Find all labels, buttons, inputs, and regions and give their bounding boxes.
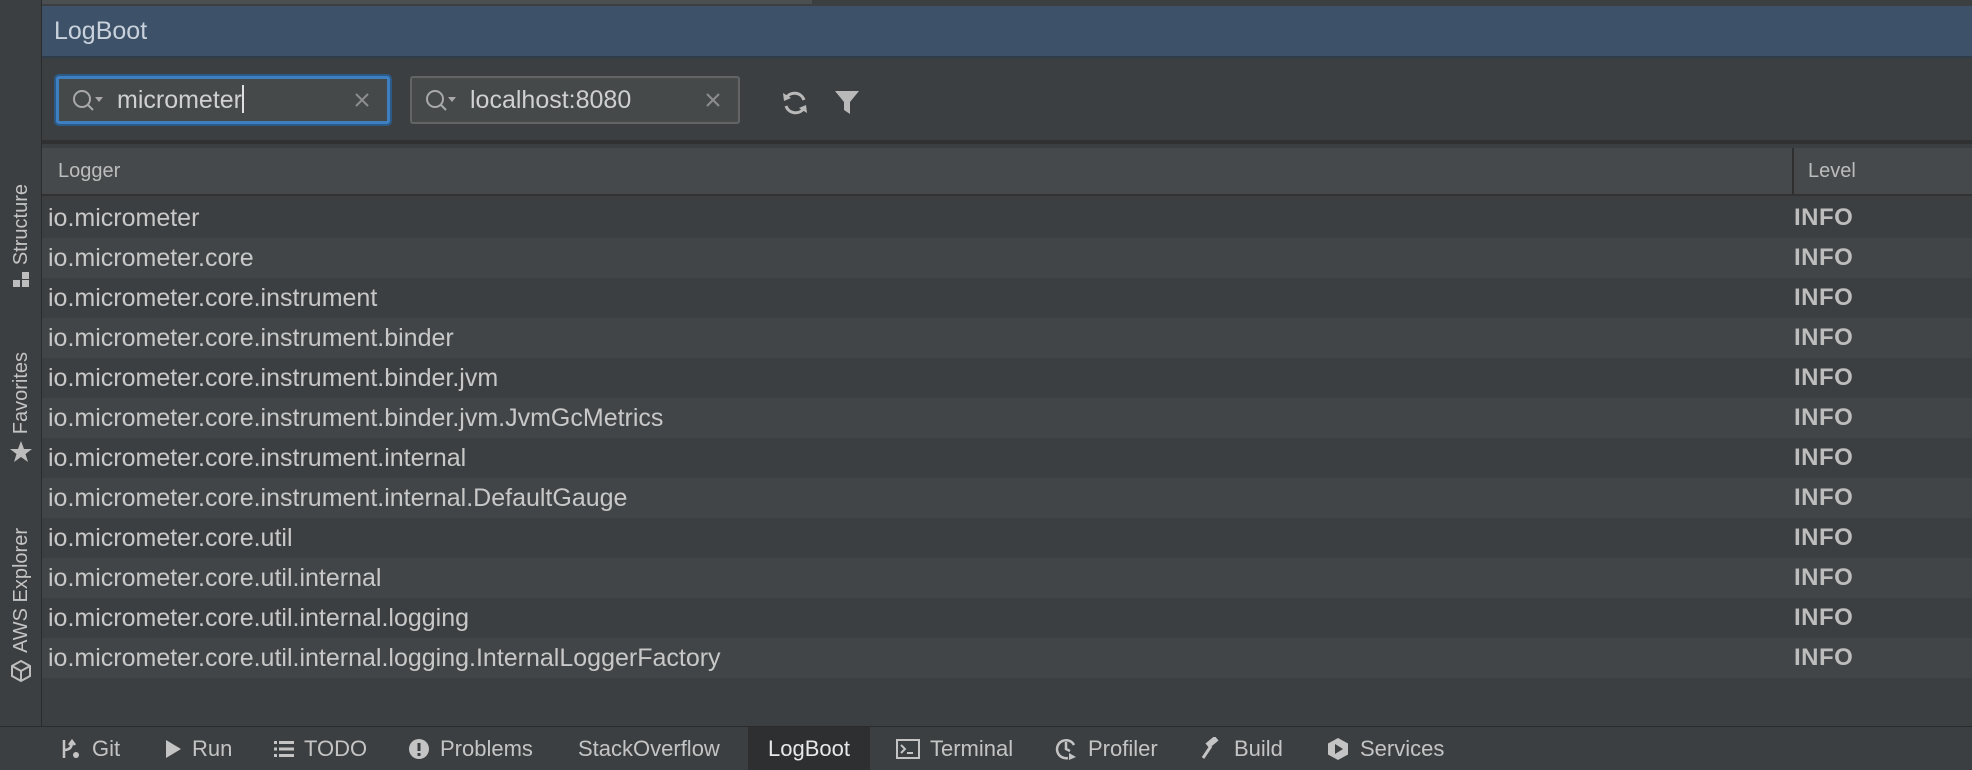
filter-toolbar: micrometer localhost:8080 [42,58,1972,144]
bottom-tab-logboot[interactable]: LogBoot [748,727,870,770]
column-header-logger[interactable]: Logger [58,148,120,194]
logger-name: io.micrometer.core.instrument.binder [48,324,454,352]
bottom-tab-label: Services [1360,736,1445,761]
table-row[interactable]: io.micrometer.core.instrument.binder.jvm… [42,358,1972,398]
table-row[interactable]: io.micrometer.core.util.internal.logging… [42,598,1972,638]
log-level[interactable]: INFO [1794,358,1853,398]
logger-name: io.micrometer.core.instrument.internal [48,444,467,472]
bottom-tab-label: Terminal [930,736,1014,761]
logger-name: io.micrometer.core [48,244,254,272]
table-header: Logger Level [42,148,1972,196]
structure-icon [12,271,30,294]
log-level[interactable]: INFO [1794,198,1853,238]
logger-name: io.micrometer.core.instrument.binder.jvm [48,364,499,392]
bottom-tab-label: Run [192,736,233,761]
log-level[interactable]: INFO [1794,478,1853,518]
bottom-tab-label: Build [1234,736,1283,761]
side-tab-structure[interactable]: Structure [0,184,42,300]
logger-name: io.micrometer.core.util.internal.logging… [48,644,721,672]
bottom-tool-bar: Git Run TODO Problems StackOverflow LogB… [0,726,1972,770]
log-level[interactable]: INFO [1794,558,1853,598]
bottom-tab-todo[interactable]: TODO [260,727,381,770]
bottom-tab-stackoverflow[interactable]: StackOverflow [564,727,734,770]
bottom-tab-terminal[interactable]: Terminal [882,727,1027,770]
logger-name: io.micrometer.core.instrument.binder.jvm… [48,404,664,432]
log-level[interactable]: INFO [1794,438,1853,478]
logger-name: io.micrometer [48,204,200,232]
log-level[interactable]: INFO [1794,278,1853,318]
side-tab-label: Favorites [9,352,32,435]
logger-name: io.micrometer.core.instrument.internal.D… [48,484,628,512]
table-empty-area [42,678,1972,726]
bottom-tab-git[interactable]: Git [46,727,134,770]
table-row[interactable]: io.micrometer.core INFO [42,238,1972,278]
host-search-field[interactable]: localhost:8080 [410,76,740,124]
bottom-tab-problems[interactable]: Problems [394,727,547,770]
log-level[interactable]: INFO [1794,238,1853,278]
bottom-tab-build[interactable]: Build [1186,727,1297,770]
logger-name: io.micrometer.core.util.internal.logging [48,604,470,632]
filter-icon[interactable] [832,88,862,118]
column-divider[interactable] [1792,148,1794,194]
host-search-value: localhost:8080 [470,85,632,114]
side-tab-aws-explorer[interactable]: AWS Explorer [0,528,42,694]
side-tab-label: Structure [9,184,32,266]
logger-name: io.micrometer.core.instrument [48,284,378,312]
terminal-icon [896,739,920,759]
log-level[interactable]: INFO [1794,638,1853,678]
clear-icon[interactable] [704,91,722,109]
play-icon [164,739,182,759]
table-row[interactable]: io.micrometer.core.instrument.internal.D… [42,478,1972,518]
hammer-icon [1200,737,1224,761]
log-level[interactable]: INFO [1794,398,1853,438]
cube-icon [9,659,33,688]
bottom-tab-label: Git [92,736,121,761]
git-icon [60,738,82,760]
log-level[interactable]: INFO [1794,598,1853,638]
left-tool-strip: Structure Favorites AWS Explorer [0,0,42,726]
log-level[interactable]: INFO [1794,318,1853,358]
search-history-icon[interactable] [71,88,107,112]
list-icon [274,740,294,758]
bottom-tab-label: Profiler [1088,736,1158,761]
table-row[interactable]: io.micrometer.core.util.internal INFO [42,558,1972,598]
logger-table-body: io.micrometer INFO io.micrometer.core INFO… [42,198,1972,678]
clear-icon[interactable] [353,91,371,109]
side-tab-favorites[interactable]: Favorites [0,352,42,475]
log-level[interactable]: INFO [1794,518,1853,558]
bottom-tab-label: StackOverflow [578,736,720,761]
table-row[interactable]: io.micrometer.core.util INFO [42,518,1972,558]
table-row[interactable]: io.micrometer.core.util.internal.logging… [42,638,1972,678]
table-row[interactable]: io.micrometer.core.instrument INFO [42,278,1972,318]
table-row[interactable]: io.micrometer.core.instrument.binder INFO [42,318,1972,358]
bottom-tab-label: TODO [304,736,368,761]
profiler-icon [1054,737,1078,761]
column-header-level[interactable]: Level [1808,148,1856,194]
refresh-icon[interactable] [780,88,810,118]
logger-search-value: micrometer [117,86,243,114]
bottom-tab-services[interactable]: Services [1312,727,1458,770]
panel-title-bar: LogBoot [42,6,1972,58]
warning-icon [408,738,430,760]
logger-search-field[interactable]: micrometer [56,76,390,124]
panel-title: LogBoot [54,16,148,45]
search-history-icon[interactable] [424,88,460,112]
bottom-tab-label: Problems [440,736,533,761]
services-icon [1326,737,1350,761]
bottom-tab-profiler[interactable]: Profiler [1040,727,1172,770]
bottom-tab-label: LogBoot [768,736,850,761]
side-tab-label: AWS Explorer [9,528,32,653]
table-row[interactable]: io.micrometer.core.instrument.internal IN… [42,438,1972,478]
table-row[interactable]: io.micrometer.core.instrument.binder.jvm… [42,398,1972,438]
logger-name: io.micrometer.core.util.internal [48,564,382,592]
logboot-tool-window: Structure Favorites AWS Explorer LogBoot… [0,0,1972,770]
bottom-tab-run[interactable]: Run [150,727,246,770]
logger-name: io.micrometer.core.util [48,524,293,552]
table-row[interactable]: io.micrometer INFO [42,198,1972,238]
star-icon [9,440,33,469]
